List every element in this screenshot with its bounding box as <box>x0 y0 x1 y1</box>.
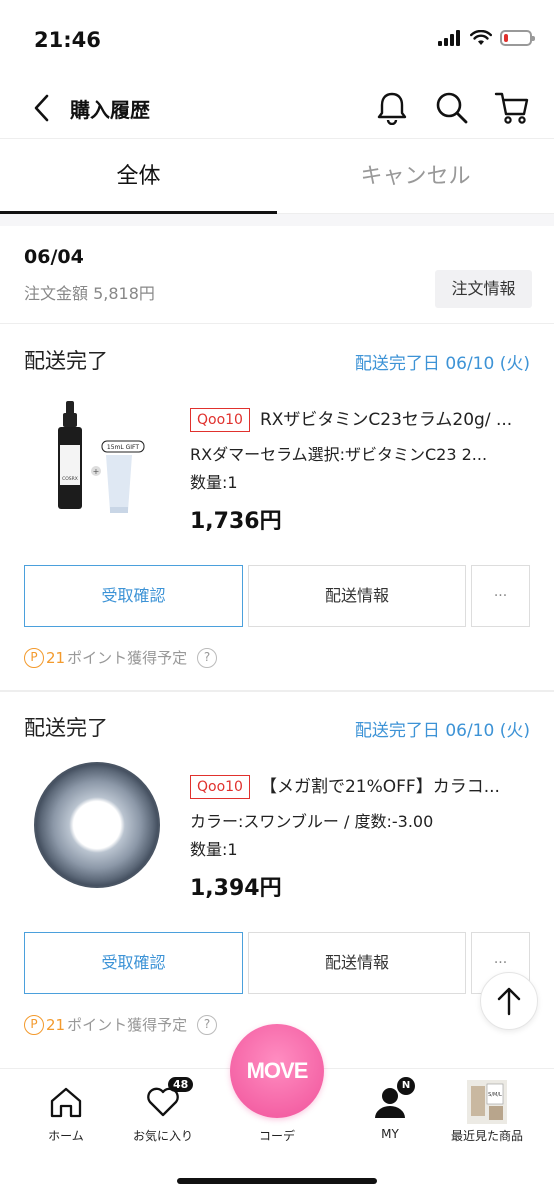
recent-product-thumbnail: S/M/L <box>467 1080 507 1124</box>
delivery-info-button[interactable]: 配送情報 <box>248 932 466 994</box>
header: 購入履歴 <box>0 80 554 138</box>
points-label: ポイント獲得予定 <box>67 649 188 667</box>
item-title-text: 【メガ割で21%OFF】カラコ... <box>259 777 500 797</box>
nav-my[interactable]: N MY <box>335 1077 445 1141</box>
points-info: P 21 ポイント獲得予定 ? <box>24 1014 218 1035</box>
battery-level <box>504 34 508 42</box>
points-info: P 21 ポイント獲得予定 ? <box>24 647 218 668</box>
points-icon: P <box>24 647 44 668</box>
wifi-icon <box>470 30 492 45</box>
points-amount: 21 <box>46 648 66 667</box>
status-icons <box>438 30 535 46</box>
chevron-left-icon <box>34 94 49 122</box>
search-button[interactable] <box>432 88 472 128</box>
item-option: RXダマーセラム選択:ザビタミンC23 2... <box>190 445 488 464</box>
order-item: 配送完了 配送完了日 06/10 (火) COSRX + 15mL GIFT Q… <box>0 325 554 691</box>
delivery-date: 配送完了日 06/10 (火) <box>354 721 530 741</box>
item-option: カラー:スワンブルー / 度数:-3.00 <box>190 812 434 831</box>
svg-text:S/M/L: S/M/L <box>488 1092 502 1098</box>
item-quantity: 数量:1 <box>190 473 238 492</box>
points-amount: 21 <box>46 1015 66 1034</box>
item-quantity: 数量:1 <box>190 840 238 859</box>
nav-coordinate-label: コーデ <box>258 1129 295 1143</box>
status-bar: 21:46 <box>0 0 554 80</box>
shop-badge: Qoo10 <box>190 408 250 432</box>
my-new-badge: N <box>397 1077 415 1095</box>
nav-my-label: MY <box>381 1127 399 1141</box>
back-button[interactable] <box>24 90 60 126</box>
item-price: 1,394円 <box>190 876 282 901</box>
confirm-receipt-button[interactable]: 受取確認 <box>24 932 243 994</box>
product-thumbnail[interactable]: COSRX + 15mL GIFT <box>28 395 162 521</box>
battery-icon <box>500 30 535 46</box>
order-header: 06/04 注文金額 5,818円 注文情報 <box>0 226 554 324</box>
points-icon: P <box>24 1014 44 1035</box>
nav-recent[interactable]: S/M/L 最近見た商品 <box>432 1079 542 1144</box>
order-item: 配送完了 配送完了日 06/10 (火) Qoo10 【メガ割で21%OFF】カラ… <box>0 692 554 1058</box>
favorites-count-badge: 48 <box>168 1077 194 1092</box>
tab-bar: 全体 キャンセル <box>0 138 554 214</box>
move-logo: MOVE <box>246 1058 309 1083</box>
help-icon[interactable]: ? <box>197 647 218 668</box>
home-icon <box>50 1087 82 1118</box>
move-button[interactable]: MOVE <box>230 1024 324 1118</box>
product-thumbnail[interactable] <box>28 762 162 888</box>
more-options-button[interactable]: ··· <box>471 565 530 627</box>
item-price: 1,736円 <box>190 509 282 534</box>
bell-icon <box>377 92 407 125</box>
item-title[interactable]: Qoo10 RXザビタミンC23セラム20g/ ... <box>190 405 534 432</box>
nav-home[interactable]: ホーム <box>11 1079 121 1144</box>
item-status: 配送完了 <box>24 716 108 740</box>
status-time: 21:46 <box>34 28 101 52</box>
cart-button[interactable] <box>492 88 532 128</box>
order-info-button[interactable]: 注文情報 <box>435 270 532 308</box>
tab-all[interactable]: 全体 <box>0 139 277 214</box>
notifications-button[interactable] <box>372 88 412 128</box>
tab-cancel[interactable]: キャンセル <box>277 139 554 214</box>
delivery-date: 配送完了日 06/10 (火) <box>354 354 530 374</box>
signal-icon <box>438 30 460 46</box>
order-amount: 注文金額 5,818円 <box>24 284 155 303</box>
nav-favorites-label: お気に入り <box>132 1129 193 1143</box>
home-indicator <box>177 1178 377 1184</box>
shop-badge: Qoo10 <box>190 775 250 799</box>
item-title-text: RXザビタミンC23セラム20g/ ... <box>259 410 513 430</box>
thumb-gift-tag: 15mL GIFT <box>107 444 139 451</box>
thumb-brand: COSRX <box>62 476 78 482</box>
help-icon[interactable]: ? <box>197 1014 218 1035</box>
delivery-info-button[interactable]: 配送情報 <box>248 565 466 627</box>
item-status: 配送完了 <box>24 349 108 373</box>
search-icon <box>436 92 468 124</box>
svg-text:+: + <box>93 467 100 476</box>
nav-favorites[interactable]: 48 お気に入り <box>108 1077 218 1144</box>
confirm-receipt-button[interactable]: 受取確認 <box>24 565 243 627</box>
nav-home-label: ホーム <box>48 1129 84 1143</box>
section-divider <box>0 214 554 226</box>
page-title: 購入履歴 <box>70 98 150 122</box>
nav-recent-label: 最近見た商品 <box>450 1129 523 1143</box>
scroll-to-top-button[interactable] <box>480 972 538 1030</box>
points-label: ポイント獲得予定 <box>67 1016 188 1034</box>
order-date: 06/04 <box>24 246 84 268</box>
arrow-up-icon <box>497 987 521 1016</box>
cart-icon <box>494 92 529 124</box>
item-title[interactable]: Qoo10 【メガ割で21%OFF】カラコ... <box>190 772 534 799</box>
